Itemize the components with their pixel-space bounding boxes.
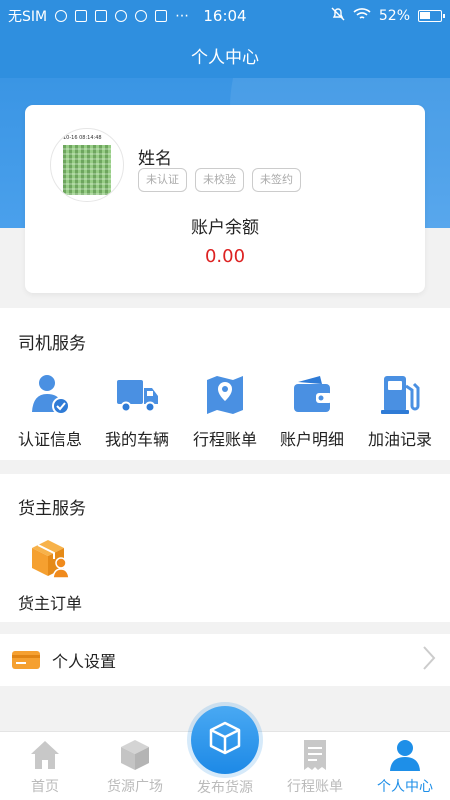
- chevron-right-icon: [422, 645, 436, 675]
- tab-label: 首页: [31, 779, 59, 795]
- publish-cargo-button[interactable]: [191, 706, 259, 774]
- user-name: 姓名: [138, 149, 172, 169]
- browser-icon: [135, 10, 148, 22]
- avatar-timestamp: 10-16 08:14:48: [63, 135, 102, 141]
- service-label: 账户明细: [279, 430, 344, 449]
- cube-icon: [207, 720, 243, 760]
- service-shipper-order[interactable]: 货主订单: [5, 536, 95, 614]
- fuel-pump-icon: [378, 372, 422, 416]
- driver-services-section: 司机服务 认证信息 我的车辆 行程账单 账户明细 加油记录: [0, 308, 450, 460]
- qr-code-image: [63, 145, 111, 195]
- tab-label: 个人中心: [377, 779, 433, 795]
- carrier-label: 无SIM: [8, 9, 48, 25]
- person-icon: [388, 738, 422, 772]
- settings-label: 个人设置: [52, 652, 117, 671]
- tab-home[interactable]: 首页: [0, 738, 90, 796]
- app-notification-icon: [75, 10, 88, 22]
- profile-card: 10-16 08:14:48 姓名 未认证 未校验 未签约 账户余额 0.00: [25, 105, 425, 293]
- service-label: 行程账单: [192, 430, 257, 449]
- card-icon: [12, 649, 40, 671]
- mute-icon: [331, 7, 345, 25]
- home-icon: [28, 738, 62, 772]
- chat-icon: [115, 10, 128, 22]
- battery-icon: [418, 10, 445, 22]
- shipper-services-section: 货主服务 货主订单: [0, 474, 450, 622]
- service-label: 货主订单: [17, 594, 82, 613]
- box-user-icon: [28, 536, 72, 580]
- service-my-vehicle[interactable]: 我的车辆: [92, 372, 182, 450]
- service-trip-bill[interactable]: 行程账单: [180, 372, 270, 450]
- section-title: 货主服务: [18, 499, 86, 519]
- service-label: 认证信息: [17, 430, 82, 449]
- status-bar: 无SIM ⋯ 16:04 52%: [0, 0, 450, 32]
- receipt-icon: [298, 738, 332, 772]
- page-title: 个人中心: [191, 47, 259, 68]
- more-icon: ⋯: [175, 8, 190, 24]
- service-account-detail[interactable]: 账户明细: [267, 372, 357, 450]
- wallet-icon: [290, 372, 334, 416]
- page-header: 个人中心: [0, 32, 450, 78]
- tab-trip-bill[interactable]: 行程账单: [270, 738, 360, 796]
- tab-personal-center[interactable]: 个人中心: [360, 738, 450, 796]
- wifi-icon: [353, 7, 371, 25]
- map-pin-icon: [203, 372, 247, 416]
- tab-publish-cargo-label[interactable]: 发布货源: [180, 777, 270, 797]
- settings-row[interactable]: 个人设置: [0, 634, 450, 686]
- truck-icon: [115, 372, 159, 416]
- section-title: 司机服务: [18, 334, 86, 354]
- tab-label: 行程账单: [287, 779, 343, 795]
- battery-percent: 52%: [378, 8, 410, 24]
- status-tags: 未认证 未校验 未签约: [138, 168, 301, 192]
- user-verified-icon: [28, 372, 72, 416]
- image-icon: [155, 10, 168, 22]
- service-label: 我的车辆: [104, 430, 169, 449]
- service-label: 加油记录: [367, 430, 432, 449]
- avatar[interactable]: 10-16 08:14:48: [50, 128, 124, 202]
- tag-unchecked: 未校验: [195, 168, 244, 192]
- cube-icon: [118, 738, 152, 772]
- tag-unverified: 未认证: [138, 168, 187, 192]
- service-fuel-record[interactable]: 加油记录: [355, 372, 445, 450]
- service-verification[interactable]: 认证信息: [5, 372, 95, 450]
- mail-icon: [95, 10, 108, 22]
- tag-unsigned: 未签约: [252, 168, 301, 192]
- balance-label: 账户余额: [191, 218, 259, 238]
- tab-cargo-square[interactable]: 货源广场: [90, 738, 180, 796]
- usb-icon: [55, 10, 68, 22]
- tab-label: 货源广场: [107, 779, 163, 795]
- balance-value[interactable]: 0.00: [25, 246, 425, 267]
